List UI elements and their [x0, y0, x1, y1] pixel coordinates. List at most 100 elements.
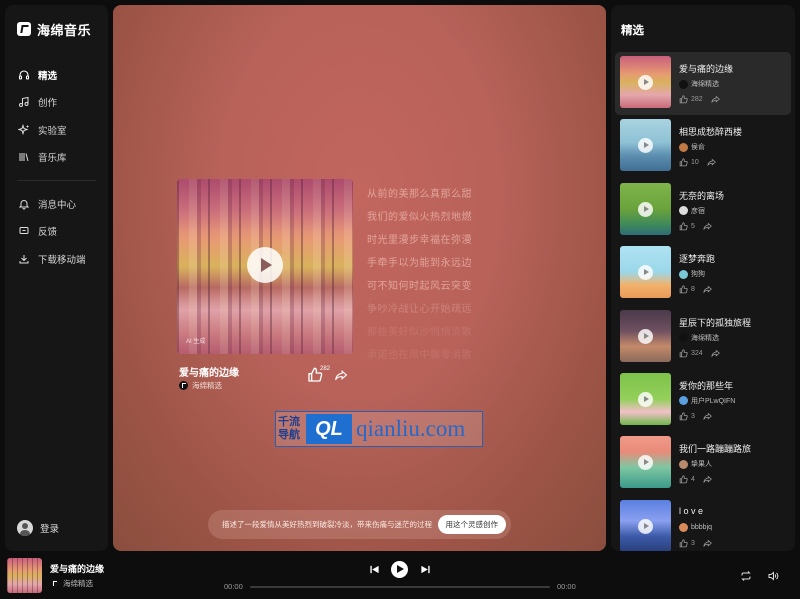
featured-cover[interactable]: [620, 436, 671, 489]
featured-cover[interactable]: [620, 309, 671, 362]
play-icon[interactable]: [638, 75, 653, 90]
author-avatar-icon: [679, 396, 688, 406]
next-icon[interactable]: [420, 564, 431, 575]
featured-author[interactable]: 彦宿: [679, 206, 705, 216]
share-icon[interactable]: [711, 349, 720, 358]
play-icon[interactable]: [638, 518, 653, 534]
featured-item[interactable]: 我们一路蹦蹦路旅 挚果人 4: [615, 432, 791, 495]
featured-author[interactable]: 挚果人: [679, 459, 712, 469]
sidebar: 海绵音乐 精选 创作 实验室 音乐库 消息中心 反馈 下载移动端 登录: [5, 5, 108, 551]
player-cover[interactable]: [7, 558, 42, 593]
like-icon[interactable]: [679, 475, 688, 484]
featured-author[interactable]: 海绵精选: [679, 333, 719, 343]
sidebar-item-label: 反馈: [38, 227, 58, 239]
login-button[interactable]: 登录: [17, 520, 59, 536]
featured-song-title[interactable]: 逐梦奔跑: [679, 252, 715, 265]
featured-cover[interactable]: [620, 499, 671, 551]
previous-icon[interactable]: [369, 564, 380, 575]
featured-item[interactable]: 爱你的那些年 用户PLwQIFN 3: [615, 369, 791, 432]
user-avatar-icon: [17, 520, 33, 536]
player-title[interactable]: 爱与痛的边缘: [50, 562, 104, 575]
song-artist[interactable]: 海绵精选: [179, 380, 222, 391]
share-icon[interactable]: [711, 95, 720, 104]
featured-item[interactable]: 星辰下的孤独旅程 海绵精选 324: [615, 306, 791, 369]
featured-song-title[interactable]: 无奈的离场: [679, 189, 724, 202]
featured-cover[interactable]: [620, 182, 671, 235]
play-icon[interactable]: [638, 455, 653, 471]
featured-cover[interactable]: [620, 119, 671, 172]
play-pause-button[interactable]: [391, 561, 408, 578]
app-logo[interactable]: 海绵音乐: [5, 19, 108, 39]
song-title[interactable]: 爱与痛的边缘: [179, 364, 239, 379]
sidebar-item-library[interactable]: 音乐库: [5, 144, 108, 172]
share-icon[interactable]: [703, 412, 712, 421]
sidebar-item-download[interactable]: 下载移动端: [5, 245, 108, 273]
play-icon[interactable]: [638, 201, 653, 217]
like-icon[interactable]: [679, 348, 688, 358]
featured-item[interactable]: 爱与痛的边缘 海绵精选 282: [615, 52, 791, 116]
featured-song-title[interactable]: 我们一路蹦蹦路旅: [679, 442, 751, 455]
headphones-icon: [18, 69, 30, 81]
featured-item[interactable]: 无奈的离场彦宿 5: [615, 179, 791, 242]
featured-song-title[interactable]: 星辰下的孤独旅程: [679, 316, 751, 329]
featured-item[interactable]: 相思成愁醉西楼侯俞 10: [615, 115, 791, 178]
featured-meta: 5: [679, 222, 712, 231]
featured-cover[interactable]: [620, 372, 671, 425]
play-icon[interactable]: [638, 265, 653, 281]
featured-song-title[interactable]: 爱你的那些年: [679, 379, 733, 392]
now-showing-stage: AI 生成 爱与痛的边缘 海绵精选 282 从前的美那么真那么甜 我们的爱似火热…: [113, 5, 606, 551]
featured-like-count: 8: [691, 286, 695, 294]
like-icon[interactable]: [679, 412, 688, 421]
current-time: 00:00: [224, 582, 243, 591]
featured-item[interactable]: 逐梦奔跑狗狗 8: [615, 242, 791, 305]
volume-icon[interactable]: [767, 570, 779, 582]
progress-bar[interactable]: [250, 586, 550, 588]
share-icon[interactable]: [703, 285, 712, 294]
watermark-cn: 千流导航: [278, 416, 300, 441]
featured-author[interactable]: 海绵精选: [679, 79, 719, 89]
sidebar-item-create[interactable]: 创作: [5, 89, 108, 117]
featured-cover[interactable]: [620, 56, 671, 108]
like-icon[interactable]: [679, 95, 688, 104]
album-cover[interactable]: AI 生成: [177, 179, 353, 354]
play-icon[interactable]: [638, 391, 653, 407]
use-inspiration-button[interactable]: 用这个灵感创作: [437, 515, 506, 534]
featured-author[interactable]: 狗狗: [679, 269, 705, 279]
featured-author[interactable]: 侯俞: [679, 142, 705, 152]
play-icon[interactable]: [638, 328, 653, 344]
featured-author[interactable]: bbbbjq: [679, 522, 712, 532]
sidebar-item-feedback[interactable]: 反馈: [5, 218, 108, 246]
like-icon[interactable]: [679, 285, 688, 294]
share-icon[interactable]: [707, 158, 716, 167]
featured-list: 爱与痛的边缘 海绵精选 282 相思成愁醉西楼侯俞 10 无奈的离场彦宿 5 逐梦奔跑狗狗 8 星…: [615, 52, 791, 551]
artist-name: 海绵精选: [192, 381, 222, 390]
share-icon[interactable]: [334, 369, 348, 382]
featured-meta: 10: [679, 158, 716, 167]
featured-song-title[interactable]: 爱与痛的边缘: [679, 62, 733, 75]
like-icon[interactable]: [679, 539, 688, 548]
share-icon[interactable]: [703, 539, 712, 548]
featured-panel: 精选 爱与痛的边缘 海绵精选 282 相思成愁醉西楼 侯俞 10 无奈的离场 彦宿 5 逐梦奔跑狗…: [611, 5, 795, 551]
loop-icon[interactable]: [740, 570, 752, 582]
share-icon[interactable]: [703, 475, 712, 484]
sidebar-item-featured[interactable]: 精选: [5, 61, 108, 89]
share-icon[interactable]: [703, 222, 712, 231]
sidebar-item-lab[interactable]: 实验室: [5, 116, 108, 144]
featured-song-title[interactable]: 相思成愁醉西楼: [679, 125, 742, 138]
inspiration-prompt: 描述了一段爱情从美好热烈到破裂冷淡，带来伤痛与迷茫的过程 用这个灵感创作: [208, 510, 511, 539]
featured-cover[interactable]: [620, 246, 671, 299]
lyric-line: 可不知何时起风云突变: [367, 281, 472, 292]
featured-meta: 8: [679, 285, 712, 294]
featured-item[interactable]: l o v e bbbbjq 3: [615, 496, 791, 551]
music-note-icon: [18, 96, 30, 108]
featured-author-name: 侯俞: [691, 144, 705, 152]
play-icon[interactable]: [638, 138, 653, 154]
like-icon[interactable]: [679, 222, 688, 231]
featured-like-count: 3: [691, 412, 695, 420]
featured-author[interactable]: 用户PLwQIFN: [679, 396, 735, 406]
sidebar-item-messages[interactable]: 消息中心: [5, 190, 108, 218]
featured-song-title[interactable]: l o v e: [679, 506, 703, 516]
player-artist-name: 海绵精选: [63, 579, 93, 588]
play-icon[interactable]: [247, 247, 283, 283]
like-icon[interactable]: [679, 158, 688, 167]
